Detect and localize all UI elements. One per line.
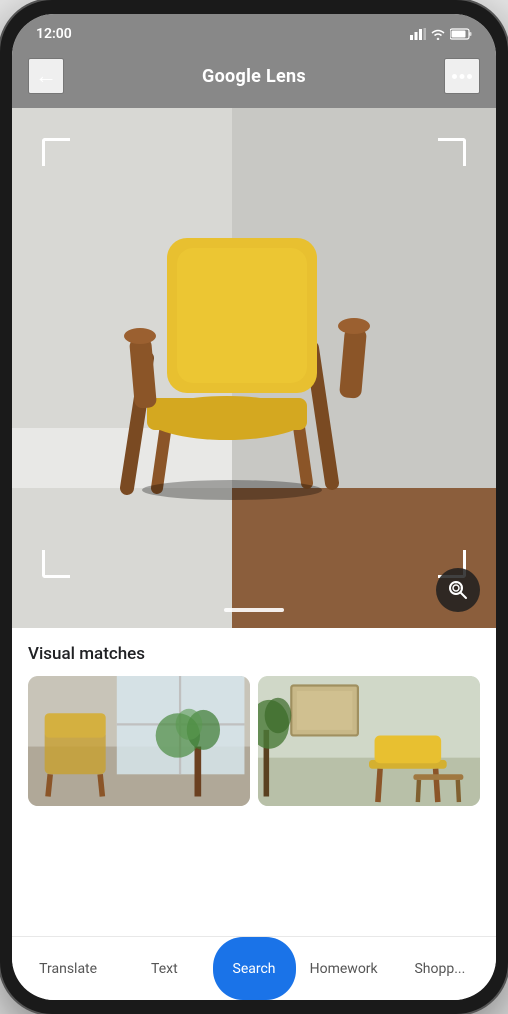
lens-search-button[interactable] — [436, 568, 480, 612]
wifi-icon — [430, 28, 446, 40]
tab-homework[interactable]: Homework — [296, 937, 392, 1000]
back-button[interactable]: ← — [28, 58, 64, 94]
top-bar: ← Google Lens — [12, 50, 496, 108]
match-card-1[interactable]: 🏷 $129 — [28, 676, 250, 806]
tab-translate[interactable]: Translate — [20, 937, 116, 1000]
tab-shopping[interactable]: Shopp... — [392, 937, 488, 1000]
room-background — [12, 108, 496, 628]
lens-search-icon — [446, 578, 470, 602]
tab-text-label: Text — [151, 961, 178, 977]
visual-matches-title: Visual matches — [28, 644, 480, 664]
chair-image — [12, 108, 496, 628]
app-title: Google Lens — [202, 66, 306, 87]
results-area: Visual matches 🏷 $129 — [12, 628, 496, 936]
handle-bar — [224, 608, 284, 612]
battery-icon — [450, 28, 472, 40]
app-title-regular: Google — [202, 66, 266, 87]
status-bar: 12:00 — [12, 14, 496, 50]
more-button[interactable] — [444, 58, 480, 94]
matches-grid: 🏷 $129 — [28, 676, 480, 936]
more-icon — [452, 74, 472, 79]
camera-area — [12, 108, 496, 628]
bottom-tabs: Translate Text Search Homework Shopp... — [12, 936, 496, 1000]
tab-text[interactable]: Text — [116, 937, 212, 1000]
phone-frame: 12:00 — [0, 0, 508, 1014]
phone-screen: 12:00 — [12, 14, 496, 1000]
match-card-2[interactable]: 🏷 $140 — [258, 676, 480, 806]
status-icons — [410, 28, 472, 40]
card-1-illustration — [28, 676, 250, 806]
status-time: 12:00 — [36, 26, 72, 42]
app-title-bold: Lens — [266, 66, 306, 87]
tab-search[interactable]: Search — [213, 937, 296, 1000]
signal-icon — [410, 28, 426, 40]
card-2-illustration — [258, 676, 480, 806]
tab-search-label: Search — [233, 961, 276, 977]
tab-homework-label: Homework — [310, 961, 378, 977]
tab-shopping-label: Shopp... — [414, 961, 465, 977]
tab-translate-label: Translate — [39, 961, 97, 977]
